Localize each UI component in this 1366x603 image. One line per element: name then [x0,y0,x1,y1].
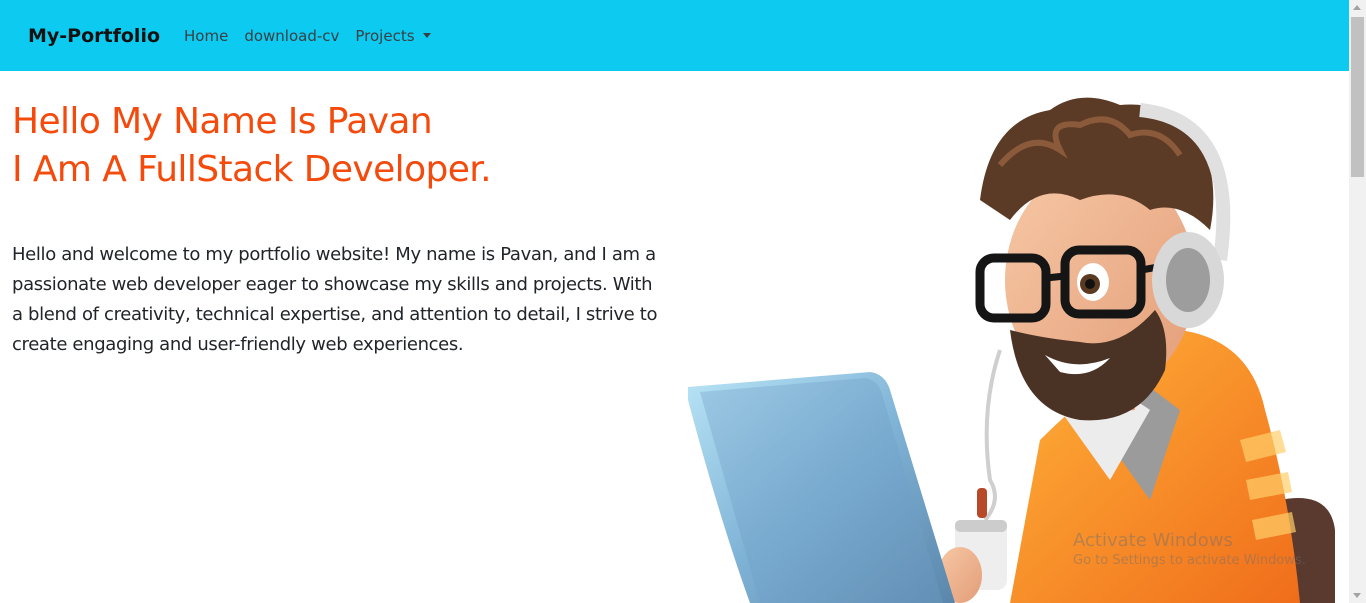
page: My-Portfolio Home download-cv Projects H… [0,0,1366,603]
brand-link[interactable]: My-Portfolio [28,25,160,47]
hero-headline-line2: I Am A FullStack Developer. [12,149,492,190]
nav-link-download-cv[interactable]: download-cv [244,27,339,45]
hero-intro-text: Hello and welcome to my portfolio websit… [12,244,658,355]
scroll-down-arrow-icon[interactable] [1353,593,1361,598]
top-navbar: My-Portfolio Home download-cv Projects [0,0,1349,71]
caret-down-icon [422,32,431,38]
nav-link-home[interactable]: Home [184,27,228,45]
vertical-scrollbar[interactable] [1349,0,1366,603]
activate-windows-watermark: Activate Windows Go to Settings to activ… [1073,530,1306,570]
scroll-up-arrow-icon[interactable] [1353,5,1361,10]
watermark-subtitle: Go to Settings to activate Windows. [1073,553,1306,568]
nav-dropdown-projects[interactable]: Projects [355,26,431,45]
scrollbar-thumb[interactable] [1351,17,1364,177]
watermark-title: Activate Windows [1073,530,1233,551]
nav-dropdown-projects-label: Projects [355,26,415,45]
developer-avatar-illustration [688,97,1335,603]
hero-headline: Hello My Name Is Pavan I Am A FullStack … [12,98,672,194]
hero-headline-line1: Hello My Name Is Pavan [12,101,433,142]
